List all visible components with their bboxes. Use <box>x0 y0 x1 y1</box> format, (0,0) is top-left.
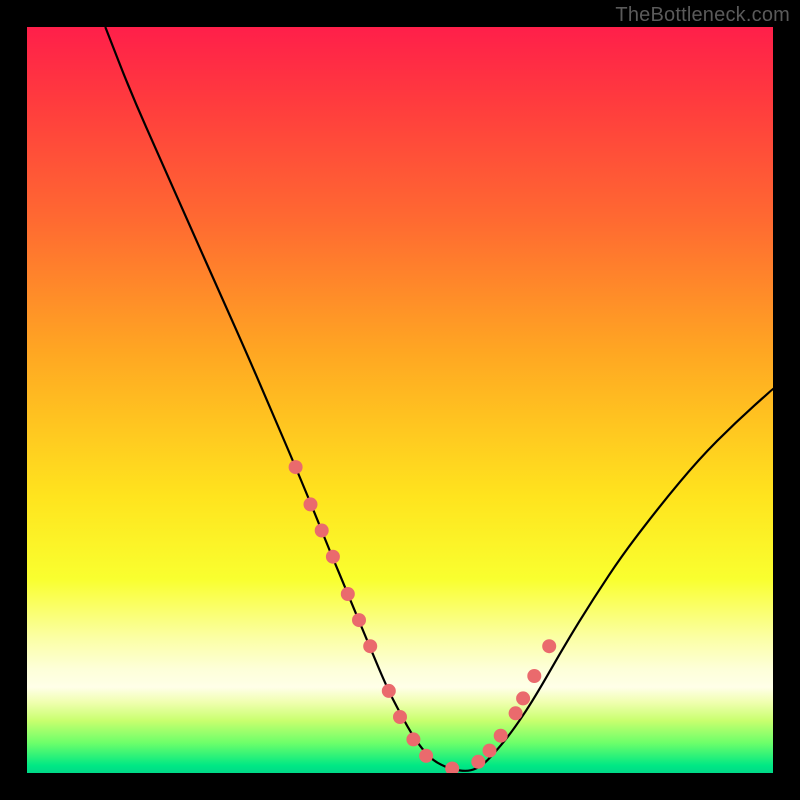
chart-frame: TheBottleneck.com <box>0 0 800 800</box>
highlight-dot <box>542 639 556 653</box>
highlight-dot <box>445 762 459 774</box>
highlight-dot <box>304 497 318 511</box>
bottleneck-curve <box>105 27 773 771</box>
highlight-dot <box>406 732 420 746</box>
highlight-dot <box>509 706 523 720</box>
highlight-dot <box>471 755 485 769</box>
highlight-dot <box>352 613 366 627</box>
watermark-text: TheBottleneck.com <box>615 4 790 27</box>
chart-svg <box>27 27 773 773</box>
highlight-dot <box>483 744 497 758</box>
highlight-dot <box>382 684 396 698</box>
highlight-dot <box>419 749 433 763</box>
highlight-dot <box>326 550 340 564</box>
highlight-dot <box>527 669 541 683</box>
highlight-dot <box>363 639 377 653</box>
highlight-dot <box>341 587 355 601</box>
highlight-dot <box>289 460 303 474</box>
highlight-dot <box>315 524 329 538</box>
highlight-dot <box>516 691 530 705</box>
highlight-dot <box>393 710 407 724</box>
highlight-dot <box>494 729 508 743</box>
plot-area <box>27 27 773 773</box>
